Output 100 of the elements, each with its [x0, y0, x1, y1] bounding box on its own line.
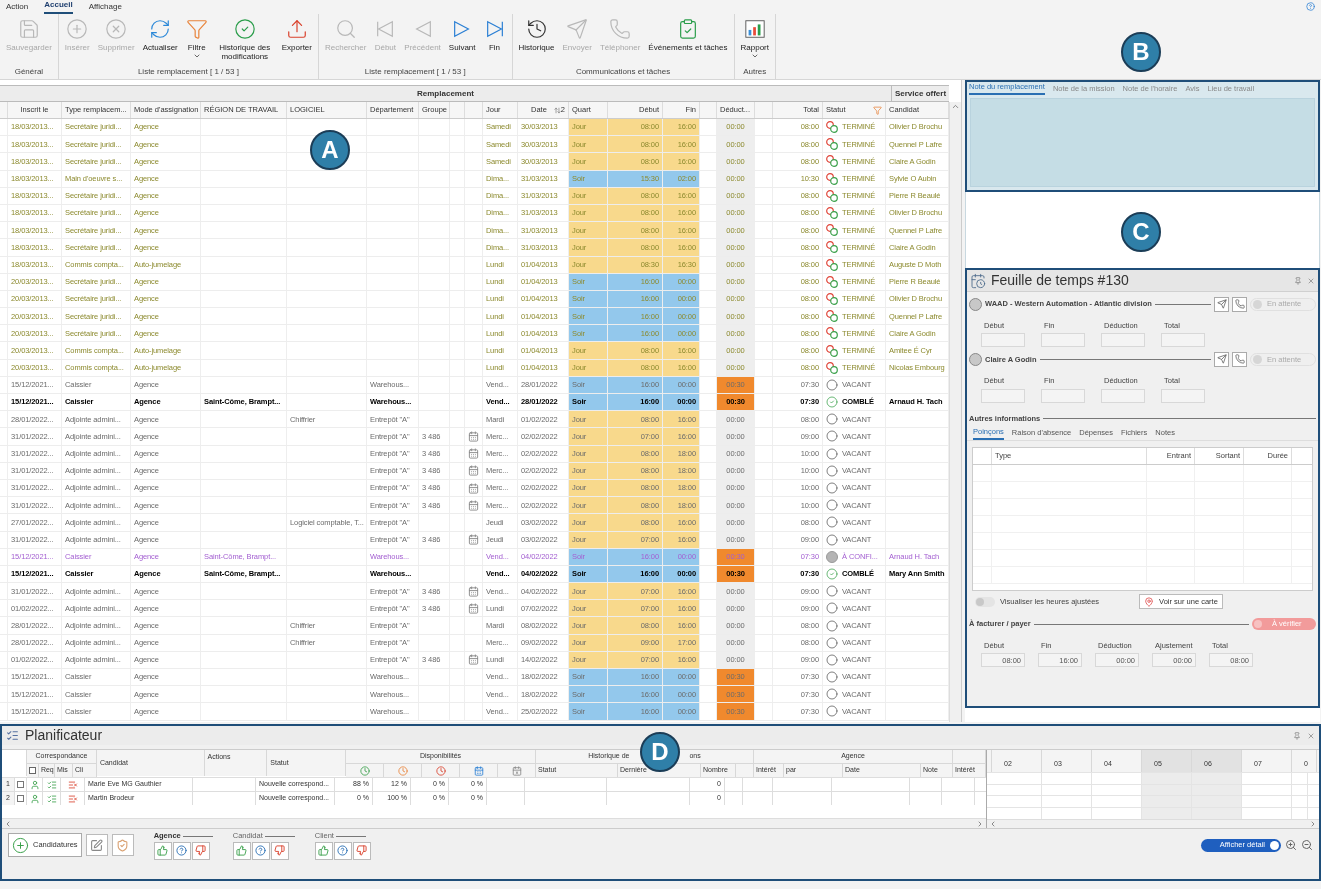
list-x-icon[interactable] — [67, 779, 78, 790]
calendar-icon[interactable] — [468, 465, 479, 477]
time-field[interactable] — [981, 388, 1025, 403]
help-icon — [255, 845, 267, 857]
thumbs-up-icon — [236, 845, 248, 857]
close-icon[interactable] — [1307, 276, 1315, 285]
search-icon — [334, 18, 357, 40]
group-label: Liste remplacement [ 1 / 53 ] — [363, 66, 467, 78]
clock-icon — [397, 765, 408, 776]
scroll-left-icon[interactable] — [4, 819, 12, 828]
scroll-right-icon[interactable] — [1309, 820, 1317, 828]
send-icon — [566, 18, 589, 40]
ribbon-button[interactable]: Fin — [481, 18, 508, 52]
map-pin-icon — [1144, 596, 1155, 607]
checkbox[interactable] — [28, 767, 36, 774]
help-button[interactable] — [172, 841, 191, 860]
pin-icon[interactable] — [1293, 731, 1301, 740]
time-field[interactable] — [1161, 388, 1205, 403]
phone-button[interactable] — [1232, 296, 1247, 312]
plus-icon — [66, 18, 89, 40]
calendar-icon[interactable] — [468, 585, 479, 597]
caret-icon — [750, 52, 759, 60]
time-field[interactable] — [1101, 388, 1145, 403]
send-icon — [1216, 299, 1227, 309]
panel-title: Feuille de temps #130 — [991, 271, 1130, 290]
sort-icon — [553, 106, 561, 114]
user-icon[interactable] — [29, 779, 40, 790]
ribbon-button[interactable]: Historique des modifications — [213, 18, 276, 61]
thumbs-down-button[interactable] — [270, 841, 289, 860]
phone-button[interactable] — [1232, 351, 1247, 367]
scrollbar[interactable] — [949, 102, 961, 722]
send-button[interactable] — [1214, 296, 1229, 312]
group-header: Service offert — [893, 87, 948, 100]
calendar-icon[interactable] — [468, 602, 479, 614]
thumbs-down-button[interactable] — [352, 841, 371, 860]
ribbon-button[interactable]: Historique — [516, 18, 557, 52]
checkbox[interactable] — [17, 781, 24, 788]
checklist-icon[interactable] — [46, 779, 57, 790]
scroll-right-icon[interactable] — [976, 819, 984, 828]
calendar-clock-icon — [970, 272, 986, 289]
close-icon — [105, 18, 128, 40]
planner-icon — [6, 729, 19, 742]
ribbon-button[interactable]: Suivant — [446, 18, 478, 52]
user-icon[interactable] — [29, 793, 40, 804]
help-icon[interactable] — [1306, 2, 1315, 11]
calendar-icon[interactable] — [468, 654, 479, 666]
help-icon — [337, 845, 349, 857]
ribbon-button[interactable]: Exporter — [279, 18, 314, 52]
help-button[interactable] — [251, 841, 270, 860]
ribbon-button[interactable]: Actualiser — [140, 18, 180, 52]
scrollbar[interactable] — [2, 818, 986, 828]
shield-button[interactable] — [111, 834, 134, 856]
scrollbar[interactable] — [987, 819, 1319, 828]
scroll-up-icon[interactable] — [951, 102, 960, 111]
ribbon-button[interactable]: Filtre — [183, 18, 210, 60]
time-field[interactable] — [1101, 333, 1145, 348]
phone-icon — [1234, 299, 1245, 309]
refresh-icon — [149, 18, 172, 40]
save-icon — [17, 18, 40, 40]
menu-tab[interactable]: Action — [6, 1, 29, 14]
pin-icon[interactable] — [1294, 276, 1302, 285]
clock-icon — [359, 765, 370, 776]
thumbs-down-icon — [356, 845, 368, 857]
calendar-icon[interactable] — [468, 534, 479, 546]
time-field[interactable] — [1161, 333, 1205, 348]
list-x-icon[interactable] — [67, 793, 78, 804]
checklist-icon[interactable] — [46, 793, 57, 804]
send-button[interactable] — [1214, 351, 1229, 367]
ribbon-button[interactable]: Événements et tâches — [646, 18, 730, 52]
ribbon-button[interactable]: Rapport — [738, 18, 771, 60]
calendar-icon[interactable] — [468, 482, 479, 494]
group-label: Liste remplacement [ 1 / 53 ] — [136, 66, 240, 78]
note-field[interactable] — [970, 98, 1315, 187]
thumbs-up-button[interactable] — [232, 841, 251, 860]
calendar-icon[interactable] — [468, 430, 479, 442]
thumbs-down-icon — [195, 845, 207, 857]
time-field[interactable] — [1041, 388, 1085, 403]
checkbox[interactable] — [17, 795, 24, 802]
help-button[interactable] — [333, 841, 352, 860]
thumbs-up-icon — [318, 845, 330, 857]
calendar-icon[interactable] — [468, 448, 479, 460]
scroll-left-icon[interactable] — [989, 820, 997, 828]
edit-button[interactable] — [85, 834, 108, 856]
thumbs-up-icon — [157, 845, 169, 857]
check-circle-icon — [233, 18, 256, 40]
group-header: Remplacement — [0, 86, 892, 101]
toggle-switch[interactable] — [975, 596, 995, 607]
calendar-icon[interactable] — [468, 499, 479, 511]
zoom-in-icon[interactable] — [1285, 839, 1297, 851]
zoom-out-icon[interactable] — [1301, 839, 1313, 851]
upload-icon — [285, 18, 308, 40]
thumbs-up-button[interactable] — [314, 841, 333, 860]
close-icon[interactable] — [1307, 731, 1315, 740]
time-field[interactable] — [981, 333, 1025, 348]
thumbs-up-button[interactable] — [153, 841, 172, 860]
time-field[interactable] — [1041, 333, 1085, 348]
thumbs-down-button[interactable] — [191, 841, 210, 860]
menu-tab[interactable]: Affichage — [88, 1, 122, 14]
help-icon — [176, 845, 188, 857]
avatar-circle — [969, 297, 982, 311]
